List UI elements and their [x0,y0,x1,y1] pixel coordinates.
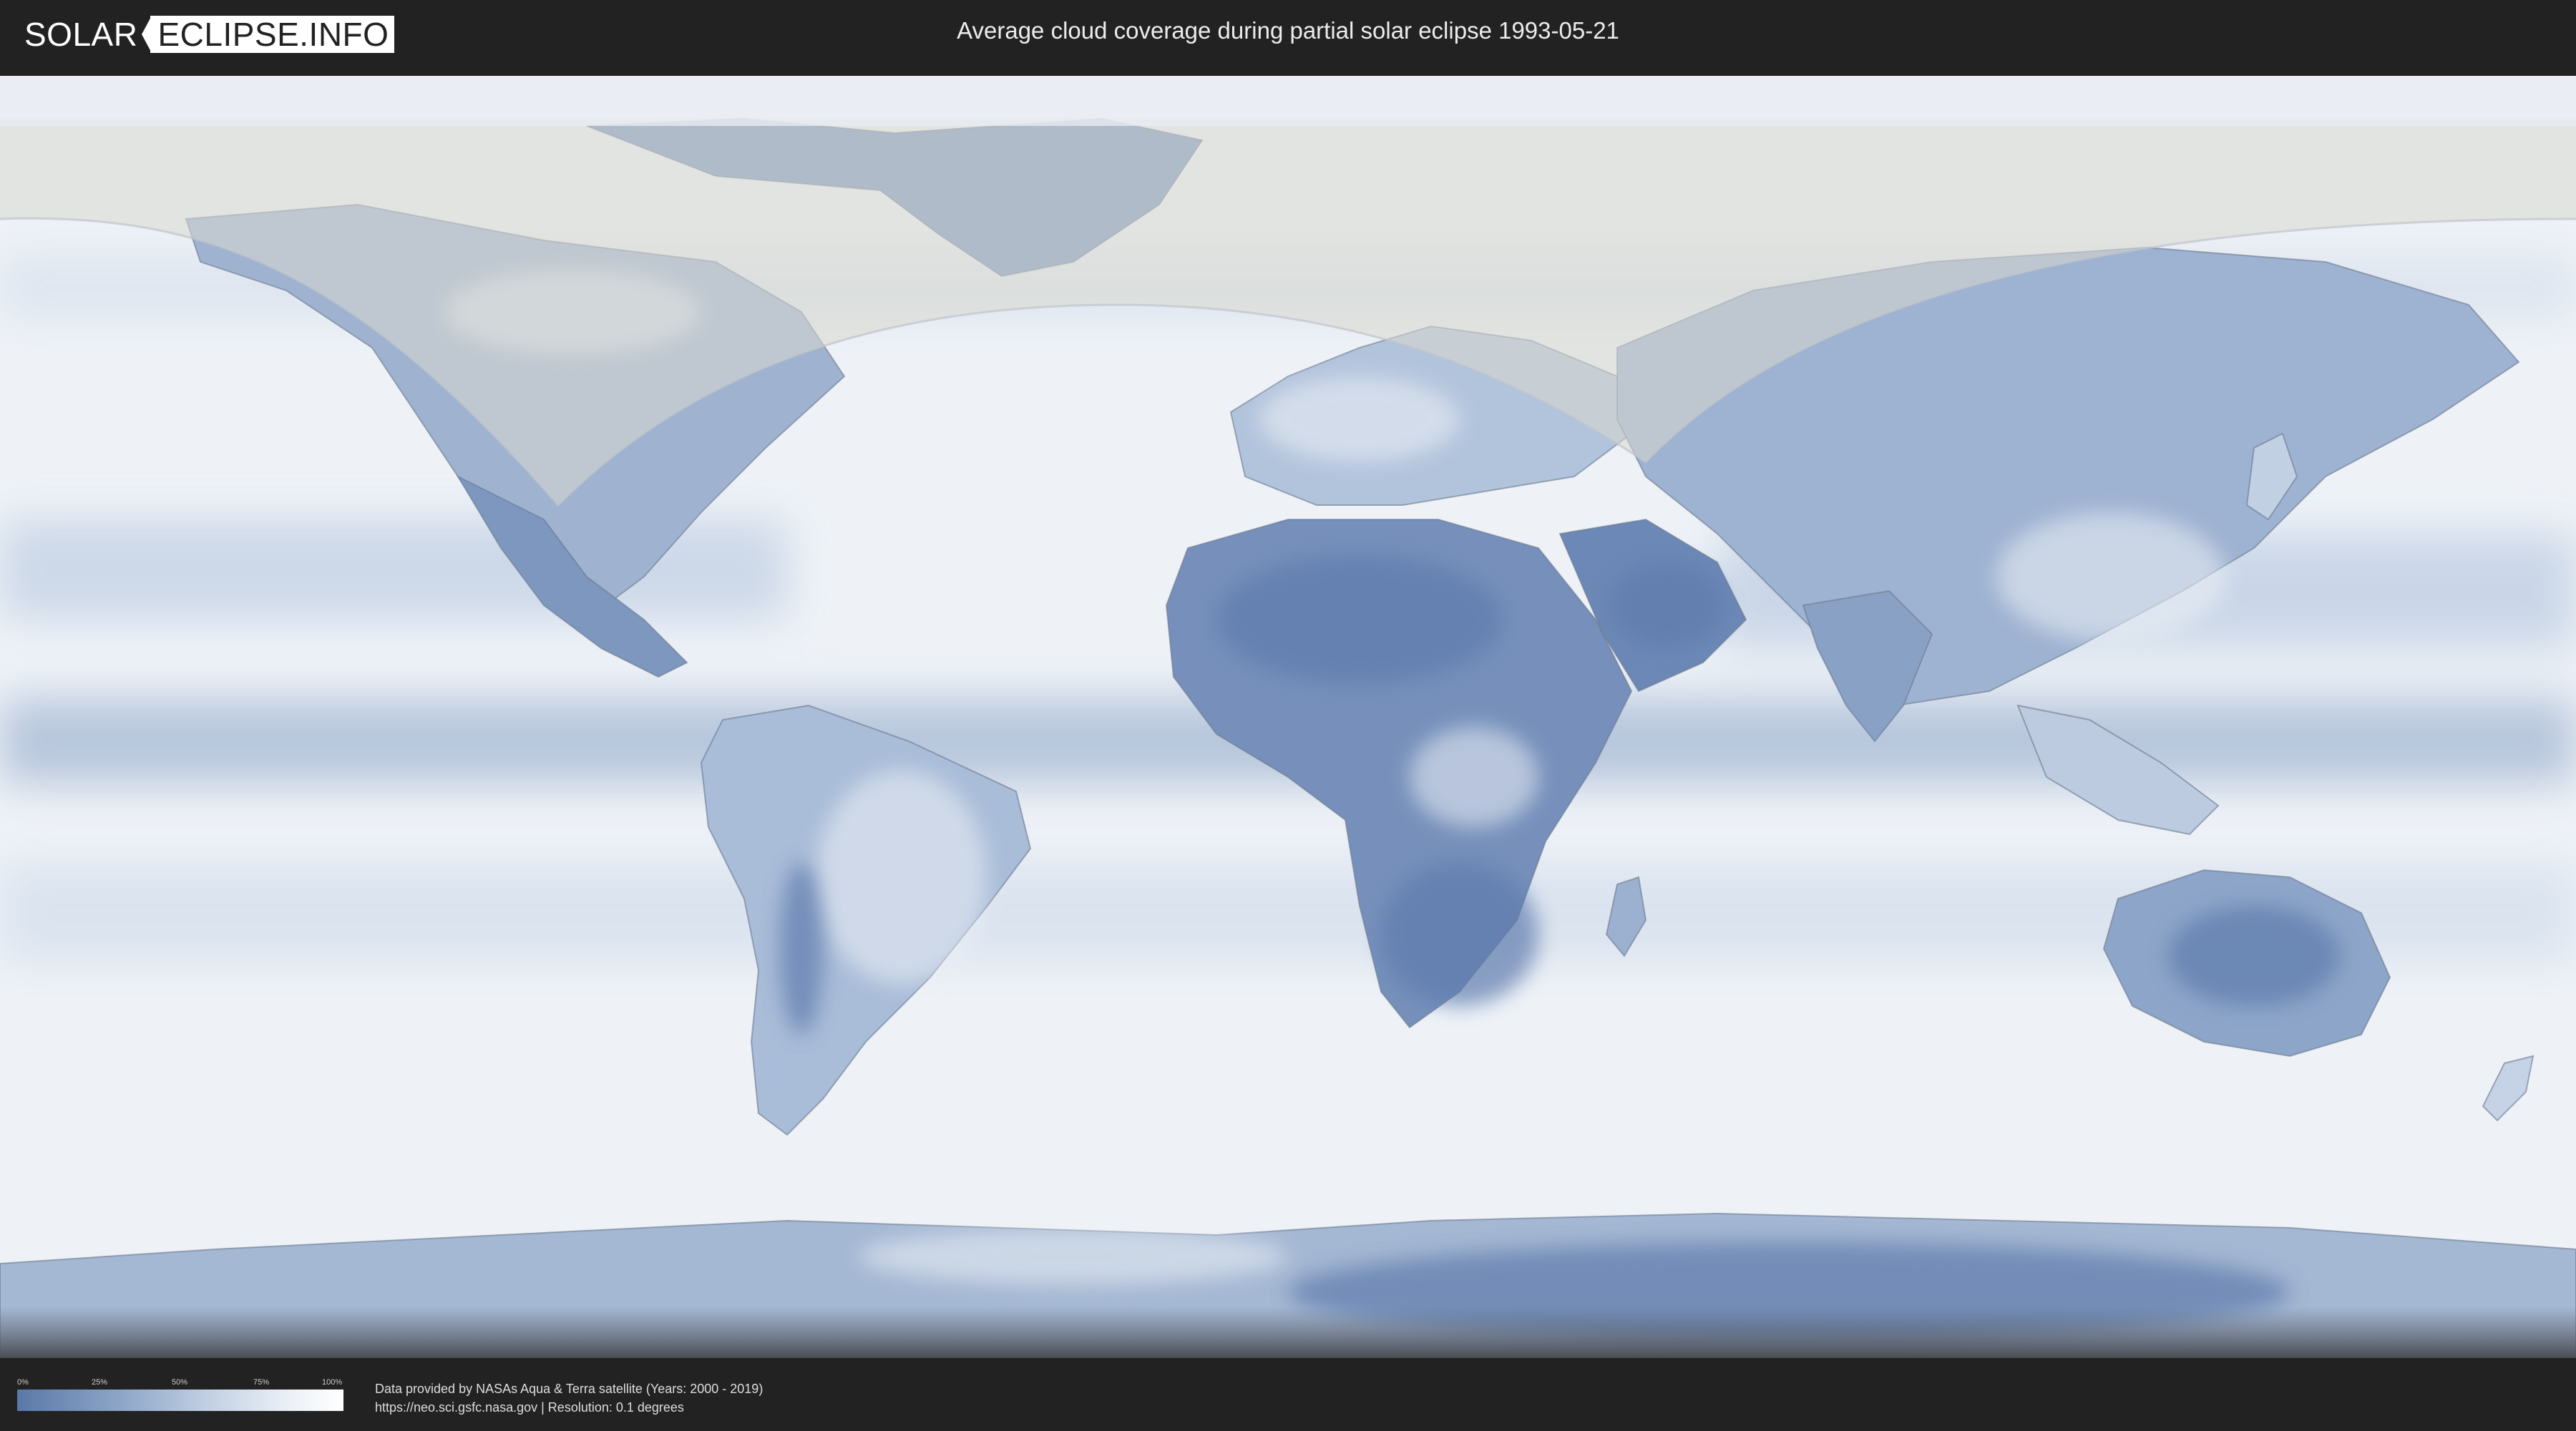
top-haze [0,76,2576,126]
footer-bar: 0% 25% 50% 75% 100% Data provided by NAS… [0,1358,2576,1431]
legend-tick-75: 75% [253,1378,270,1387]
legend-tick-100: 100% [322,1378,343,1387]
bottom-shade [0,1307,2576,1358]
cloud-coverage-map[interactable] [0,76,2576,1358]
credits-source: Data provided by NASAs Aqua & Terra sate… [375,1382,763,1396]
legend-ticks: 0% 25% 50% 75% 100% [17,1378,343,1390]
page-title: Average cloud coverage during partial so… [957,17,1619,44]
legend-color-bar [17,1390,343,1411]
data-credits: Data provided by NASAs Aqua & Terra sate… [375,1379,763,1417]
credits-link[interactable]: https://neo.sci.gsfc.nasa.gov | Resoluti… [375,1398,763,1417]
header-bar: SOLAR ECLIPSE.INFO Average cloud coverag… [0,0,2576,72]
legend-tick-50: 50% [172,1378,188,1387]
cloud-coverage-legend: 0% 25% 50% 75% 100% [17,1378,343,1411]
legend-tick-0: 0% [17,1378,29,1387]
legend-tick-25: 25% [92,1378,108,1387]
world-map [0,76,2576,1358]
